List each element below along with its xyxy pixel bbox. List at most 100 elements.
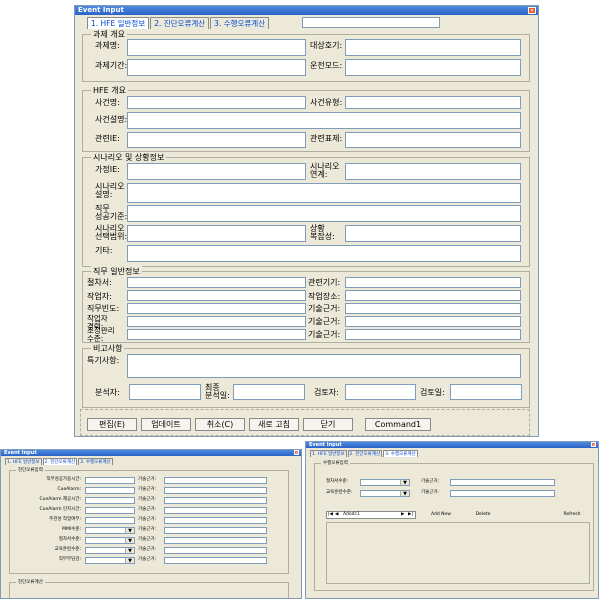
diag-row-basis-input[interactable] [164,507,267,514]
diag-row-input[interactable] [85,497,135,504]
diag-row-basis-input[interactable] [164,537,267,544]
input-reviewer[interactable] [345,384,416,400]
command1-button[interactable]: Command1 [365,418,431,431]
input-related-ie[interactable] [127,132,306,148]
input-final-analysis-date[interactable] [233,384,305,400]
diag-row-input[interactable] [85,477,135,484]
diag-row-input[interactable] [85,517,135,524]
last-record-icon[interactable]: ▶| [408,512,413,518]
group-hfe-overview-title: HFE 개요 [91,85,128,96]
diag-row-basis-input[interactable] [164,497,267,504]
input-basis-3[interactable] [345,329,521,340]
input-assumed-ie[interactable] [127,163,306,180]
input-success-criteria[interactable] [127,205,521,222]
diag-row-basis-input[interactable] [164,477,267,484]
tab-performance[interactable]: 3. 수행오류계산 [210,17,270,29]
input-event-type[interactable] [345,96,521,109]
label-related-ie: 관련IE: [95,134,120,143]
label-target-unit: 대상호기: [310,41,343,50]
diag-row-input[interactable] [85,487,135,494]
input-other[interactable] [127,245,521,262]
main-close-button[interactable]: ✕ [528,7,536,14]
chevron-down-icon[interactable]: ▼ [125,558,134,564]
input-operator-careers[interactable] [127,316,306,327]
diag-row-input[interactable] [85,507,135,514]
input-control-points[interactable] [127,329,306,340]
diag-row-select[interactable]: ▼ [85,547,135,554]
chevron-down-icon[interactable]: ▼ [400,480,409,486]
next-record-icon[interactable]: ▶ [401,512,404,518]
input-target-unit[interactable] [345,39,521,56]
diag-row-select[interactable]: ▼ [85,557,135,564]
perf-tab-diagnosis[interactable]: 2. 진단오류계산 [347,450,383,457]
diag-row-basis-input[interactable] [164,557,267,564]
input-operator[interactable] [127,290,306,301]
diag-row-label: 교육훈련수준: [54,547,81,552]
prev-record-icon[interactable]: ◀ [335,512,338,518]
add-new-button[interactable]: Add New [423,511,459,520]
input-operation-mode[interactable] [345,59,521,76]
diag-row-basis-input[interactable] [164,487,267,494]
input-related-table[interactable] [345,132,521,148]
input-situation-complexity[interactable] [345,225,521,242]
diag-row-select[interactable]: ▼ [85,527,135,534]
perf-tab-performance[interactable]: 3. 수행오류계산 [383,450,418,457]
input-review-date[interactable] [450,384,522,400]
diag-row-basis-input[interactable] [164,517,267,524]
perf-close-button[interactable]: ✕ [591,442,596,447]
perf-data-grid[interactable] [326,522,590,584]
update-button[interactable]: 업데이트 [141,418,191,431]
diag-calc-group-title: 진단오류계산 [16,579,45,585]
tab-hfe-general[interactable]: 1. HFE 일반정보 [87,17,150,29]
input-related-equipment[interactable] [345,277,521,288]
input-scenario-selection[interactable] [127,225,306,242]
input-event-name[interactable] [127,96,306,109]
perf-input-basis-2[interactable] [450,490,555,497]
diag-row-select[interactable]: ▼ [85,537,135,544]
label-task-period: 과제기간: [95,61,128,70]
refresh-button[interactable]: 새로 고침 [249,418,299,431]
diag-tab-diagnosis[interactable]: 2. 진단오류계산 [42,458,78,465]
input-event-desc[interactable] [127,112,521,129]
chevron-down-icon[interactable]: ▼ [125,548,134,554]
label-basis-3: 기술근거: [308,330,341,339]
diag-tab-hfe-general[interactable]: 1. HFE 일반정보 [5,458,42,465]
chevron-down-icon[interactable]: ▼ [125,538,134,544]
input-procedure[interactable] [127,277,306,288]
edit-button[interactable]: 편집(E) [87,418,137,431]
perf-input-basis-1[interactable] [450,479,555,486]
perf-refresh-button[interactable]: Refresh [556,511,588,520]
input-analyst[interactable] [129,384,201,400]
diag-close-button[interactable]: ✕ [294,450,299,455]
diag-row-basis-label: 기술근거: [138,527,157,532]
diag-row-basis-input[interactable] [164,527,267,534]
cancel-button[interactable]: 취소(C) [195,418,245,431]
diag-row-label: 직무성공가용시간: [46,477,81,482]
label-assumed-ie: 가정IE: [95,165,120,174]
delete-button[interactable]: Delete [468,511,498,520]
perf-procedure-select[interactable]: ▼ [360,479,410,486]
input-task-name[interactable] [127,39,306,56]
perf-tab-hfe-general[interactable]: 1. HFE 일반정보 [310,450,347,457]
chevron-down-icon[interactable]: ▼ [125,528,134,534]
diag-row-label: CueAlarm 인지시간: [39,507,81,512]
input-work-place[interactable] [345,290,521,301]
chevron-down-icon[interactable]: ▼ [400,491,409,497]
group-remarks-title: 비고사항 [91,343,125,354]
input-basis-1[interactable] [345,303,521,314]
tab-diagnosis[interactable]: 2. 진단오류계산 [150,17,210,29]
input-task-frequency[interactable] [127,303,306,314]
tab-bar-field[interactable] [302,17,440,28]
label-control-points: 조정관리 수준: [87,326,115,343]
perf-training-select[interactable]: ▼ [360,490,410,497]
input-task-period[interactable] [127,59,306,76]
close-button[interactable]: 닫기 [303,418,353,431]
input-scenario-desc[interactable] [127,183,521,203]
input-special-notes[interactable] [127,354,521,378]
first-record-icon[interactable]: |◀ [328,512,333,518]
input-scenario-link[interactable] [345,163,521,180]
diag-row-basis-input[interactable] [164,547,267,554]
label-event-type: 사건유형: [310,98,343,107]
diag-tab-performance[interactable]: 3. 수행오류계산 [78,458,113,465]
input-basis-2[interactable] [345,316,521,327]
